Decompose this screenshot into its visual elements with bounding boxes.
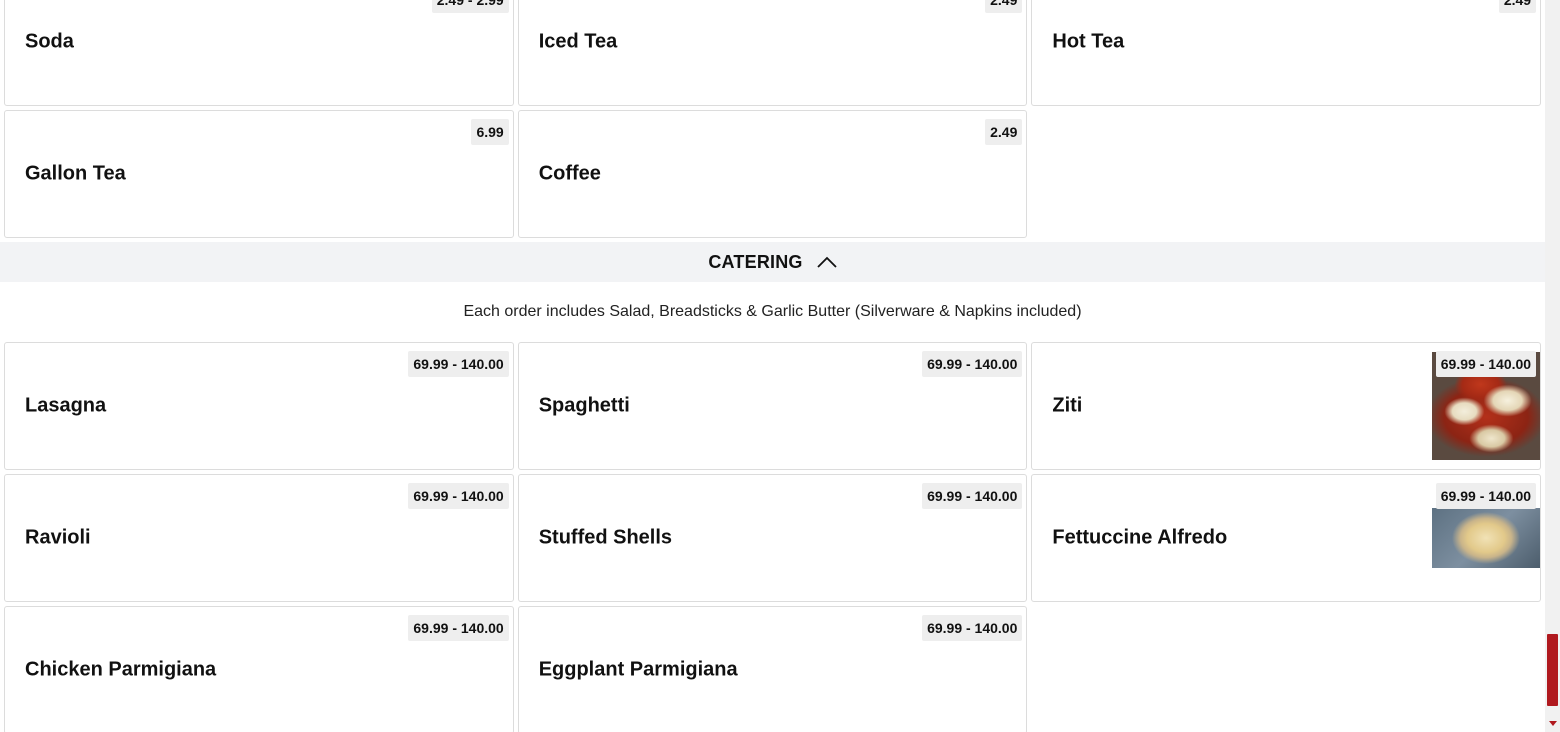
item-name: Spaghetti (538, 394, 630, 417)
item-name: Gallon Tea (25, 162, 126, 185)
item-price: 69.99 - 140.00 (408, 351, 509, 377)
item-name: Fettuccine Alfredo (1052, 526, 1228, 549)
fettuccine-alfredo-photo (1432, 508, 1541, 568)
item-name: Stuffed Shells (538, 526, 673, 549)
menu-item-card-ravioli[interactable]: 69.99 - 140.00 Ravioli (4, 474, 514, 602)
scrollbar-thumb[interactable] (1547, 634, 1558, 706)
menu-item-card-coffee[interactable]: 2.49 Coffee (517, 110, 1028, 238)
item-price: 69.99 - 140.00 (922, 615, 1023, 641)
item-name: Chicken Parmigiana (25, 658, 217, 681)
item-price: 69.99 - 140.00 (408, 483, 509, 509)
menu-viewport: 2.49 - 2.99 Soda 2.49 Iced Tea 2.49 Hot … (0, 0, 1545, 732)
item-price: 2.49 - 2.99 (431, 0, 509, 13)
item-price: 2.49 (1498, 0, 1537, 13)
item-price: 2.49 (985, 0, 1023, 13)
item-name: Eggplant Parmigiana (538, 658, 738, 681)
item-price: 69.99 - 140.00 (922, 351, 1023, 377)
scroll-down-arrow-icon[interactable] (1545, 716, 1560, 732)
item-price: 69.99 - 140.00 (922, 483, 1023, 509)
item-name: Ravioli (25, 526, 91, 549)
menu-item-card-ziti[interactable]: 69.99 - 140.00 Ziti (1031, 342, 1542, 470)
vertical-scrollbar[interactable] (1545, 0, 1560, 732)
item-price: 69.99 - 140.00 (408, 615, 509, 641)
section-title: CATERING (708, 251, 803, 272)
menu-content: 2.49 - 2.99 Soda 2.49 Iced Tea 2.49 Hot … (0, 0, 1545, 732)
menu-item-card-chicken-parmigiana[interactable]: 69.99 - 140.00 Chicken Parmigiana (4, 606, 514, 732)
menu-item-card-gallon-tea[interactable]: 6.99 Gallon Tea (4, 110, 514, 238)
item-price: 2.49 (985, 119, 1023, 145)
drinks-grid: 2.49 - 2.99 Soda 2.49 Iced Tea 2.49 Hot … (0, 0, 1545, 238)
item-name: Ziti (1052, 394, 1083, 417)
catering-grid: 69.99 - 140.00 Lasagna 69.99 - 140.00 Sp… (0, 342, 1545, 732)
menu-item-card-soda[interactable]: 2.49 - 2.99 Soda (4, 0, 514, 106)
item-name: Hot Tea (1052, 30, 1125, 53)
section-description: Each order includes Salad, Breadsticks &… (463, 303, 1082, 320)
catering-section-header[interactable]: CATERING (0, 242, 1545, 282)
chevron-up-icon (816, 256, 837, 268)
menu-item-card-eggplant-parmigiana[interactable]: 69.99 - 140.00 Eggplant Parmigiana (517, 606, 1028, 732)
item-name: Iced Tea (538, 30, 618, 53)
item-price: 69.99 - 140.00 (1435, 483, 1537, 509)
menu-item-card-fettuccine-alfredo[interactable]: 69.99 - 140.00 Fettuccine Alfredo (1031, 474, 1542, 602)
menu-item-card-spaghetti[interactable]: 69.99 - 140.00 Spaghetti (517, 342, 1028, 470)
item-name: Coffee (538, 162, 601, 185)
menu-item-card-lasagna[interactable]: 69.99 - 140.00 Lasagna (4, 342, 514, 470)
menu-item-card-stuffed-shells[interactable]: 69.99 - 140.00 Stuffed Shells (517, 474, 1028, 602)
item-name: Soda (25, 30, 74, 53)
menu-item-card-iced-tea[interactable]: 2.49 Iced Tea (517, 0, 1028, 106)
item-price: 69.99 - 140.00 (1435, 351, 1537, 377)
item-price: 6.99 (471, 119, 509, 145)
triangle-down-icon (1548, 721, 1557, 726)
item-name: Lasagna (25, 394, 107, 417)
menu-item-card-hot-tea[interactable]: 2.49 Hot Tea (1031, 0, 1542, 106)
